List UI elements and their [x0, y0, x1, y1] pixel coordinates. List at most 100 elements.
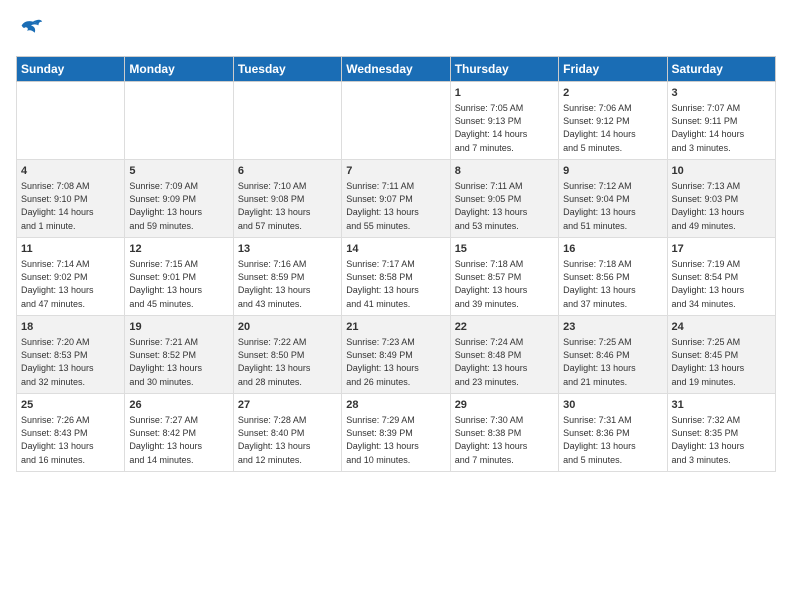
day-info: Sunrise: 7:08 AMSunset: 9:10 PMDaylight:… — [21, 180, 120, 232]
day-number: 30 — [563, 398, 662, 413]
day-info: Sunrise: 7:20 AMSunset: 8:53 PMDaylight:… — [21, 336, 120, 388]
day-number: 4 — [21, 164, 120, 179]
day-number: 7 — [346, 164, 445, 179]
calendar-cell: 28Sunrise: 7:29 AMSunset: 8:39 PMDayligh… — [342, 394, 450, 472]
day-info: Sunrise: 7:06 AMSunset: 9:12 PMDaylight:… — [563, 102, 662, 154]
day-info: Sunrise: 7:23 AMSunset: 8:49 PMDaylight:… — [346, 336, 445, 388]
calendar-table: SundayMondayTuesdayWednesdayThursdayFrid… — [16, 56, 776, 472]
day-info: Sunrise: 7:22 AMSunset: 8:50 PMDaylight:… — [238, 336, 337, 388]
week-row-1: 1Sunrise: 7:05 AMSunset: 9:13 PMDaylight… — [17, 82, 776, 160]
day-info: Sunrise: 7:26 AMSunset: 8:43 PMDaylight:… — [21, 414, 120, 466]
day-info: Sunrise: 7:19 AMSunset: 8:54 PMDaylight:… — [672, 258, 771, 310]
header-friday: Friday — [559, 57, 667, 82]
calendar-cell: 20Sunrise: 7:22 AMSunset: 8:50 PMDayligh… — [233, 316, 341, 394]
day-number: 14 — [346, 242, 445, 257]
day-number: 22 — [455, 320, 554, 335]
calendar-cell: 30Sunrise: 7:31 AMSunset: 8:36 PMDayligh… — [559, 394, 667, 472]
header-saturday: Saturday — [667, 57, 775, 82]
day-number: 25 — [21, 398, 120, 413]
calendar-cell: 4Sunrise: 7:08 AMSunset: 9:10 PMDaylight… — [17, 160, 125, 238]
calendar-cell: 13Sunrise: 7:16 AMSunset: 8:59 PMDayligh… — [233, 238, 341, 316]
day-number: 16 — [563, 242, 662, 257]
day-info: Sunrise: 7:18 AMSunset: 8:57 PMDaylight:… — [455, 258, 554, 310]
calendar-cell: 14Sunrise: 7:17 AMSunset: 8:58 PMDayligh… — [342, 238, 450, 316]
day-info: Sunrise: 7:27 AMSunset: 8:42 PMDaylight:… — [129, 414, 228, 466]
calendar-cell: 23Sunrise: 7:25 AMSunset: 8:46 PMDayligh… — [559, 316, 667, 394]
day-info: Sunrise: 7:07 AMSunset: 9:11 PMDaylight:… — [672, 102, 771, 154]
calendar-cell: 29Sunrise: 7:30 AMSunset: 8:38 PMDayligh… — [450, 394, 558, 472]
header-monday: Monday — [125, 57, 233, 82]
calendar-cell — [17, 82, 125, 160]
day-number: 3 — [672, 86, 771, 101]
calendar-cell: 2Sunrise: 7:06 AMSunset: 9:12 PMDaylight… — [559, 82, 667, 160]
day-info: Sunrise: 7:30 AMSunset: 8:38 PMDaylight:… — [455, 414, 554, 466]
calendar-cell: 24Sunrise: 7:25 AMSunset: 8:45 PMDayligh… — [667, 316, 775, 394]
day-number: 26 — [129, 398, 228, 413]
day-info: Sunrise: 7:13 AMSunset: 9:03 PMDaylight:… — [672, 180, 771, 232]
day-info: Sunrise: 7:31 AMSunset: 8:36 PMDaylight:… — [563, 414, 662, 466]
day-info: Sunrise: 7:18 AMSunset: 8:56 PMDaylight:… — [563, 258, 662, 310]
calendar-cell: 31Sunrise: 7:32 AMSunset: 8:35 PMDayligh… — [667, 394, 775, 472]
calendar-cell: 11Sunrise: 7:14 AMSunset: 9:02 PMDayligh… — [17, 238, 125, 316]
day-number: 12 — [129, 242, 228, 257]
day-number: 1 — [455, 86, 554, 101]
header-thursday: Thursday — [450, 57, 558, 82]
day-number: 17 — [672, 242, 771, 257]
day-info: Sunrise: 7:25 AMSunset: 8:46 PMDaylight:… — [563, 336, 662, 388]
calendar-cell — [342, 82, 450, 160]
week-row-5: 25Sunrise: 7:26 AMSunset: 8:43 PMDayligh… — [17, 394, 776, 472]
day-number: 23 — [563, 320, 662, 335]
calendar-cell: 18Sunrise: 7:20 AMSunset: 8:53 PMDayligh… — [17, 316, 125, 394]
day-number: 24 — [672, 320, 771, 335]
day-info: Sunrise: 7:25 AMSunset: 8:45 PMDaylight:… — [672, 336, 771, 388]
day-number: 11 — [21, 242, 120, 257]
day-info: Sunrise: 7:16 AMSunset: 8:59 PMDaylight:… — [238, 258, 337, 310]
day-number: 29 — [455, 398, 554, 413]
week-row-2: 4Sunrise: 7:08 AMSunset: 9:10 PMDaylight… — [17, 160, 776, 238]
day-info: Sunrise: 7:11 AMSunset: 9:05 PMDaylight:… — [455, 180, 554, 232]
day-info: Sunrise: 7:15 AMSunset: 9:01 PMDaylight:… — [129, 258, 228, 310]
calendar-cell: 16Sunrise: 7:18 AMSunset: 8:56 PMDayligh… — [559, 238, 667, 316]
day-info: Sunrise: 7:17 AMSunset: 8:58 PMDaylight:… — [346, 258, 445, 310]
calendar-cell: 12Sunrise: 7:15 AMSunset: 9:01 PMDayligh… — [125, 238, 233, 316]
day-info: Sunrise: 7:28 AMSunset: 8:40 PMDaylight:… — [238, 414, 337, 466]
calendar-cell: 7Sunrise: 7:11 AMSunset: 9:07 PMDaylight… — [342, 160, 450, 238]
logo — [16, 16, 48, 44]
day-info: Sunrise: 7:05 AMSunset: 9:13 PMDaylight:… — [455, 102, 554, 154]
day-info: Sunrise: 7:14 AMSunset: 9:02 PMDaylight:… — [21, 258, 120, 310]
header-sunday: Sunday — [17, 57, 125, 82]
day-number: 8 — [455, 164, 554, 179]
day-number: 27 — [238, 398, 337, 413]
calendar-cell — [125, 82, 233, 160]
logo-icon — [16, 16, 44, 44]
day-number: 15 — [455, 242, 554, 257]
calendar-cell: 1Sunrise: 7:05 AMSunset: 9:13 PMDaylight… — [450, 82, 558, 160]
calendar-cell: 3Sunrise: 7:07 AMSunset: 9:11 PMDaylight… — [667, 82, 775, 160]
day-number: 28 — [346, 398, 445, 413]
day-info: Sunrise: 7:11 AMSunset: 9:07 PMDaylight:… — [346, 180, 445, 232]
week-row-3: 11Sunrise: 7:14 AMSunset: 9:02 PMDayligh… — [17, 238, 776, 316]
day-info: Sunrise: 7:29 AMSunset: 8:39 PMDaylight:… — [346, 414, 445, 466]
calendar-cell: 19Sunrise: 7:21 AMSunset: 8:52 PMDayligh… — [125, 316, 233, 394]
page-header — [16, 16, 776, 44]
calendar-cell: 17Sunrise: 7:19 AMSunset: 8:54 PMDayligh… — [667, 238, 775, 316]
day-number: 18 — [21, 320, 120, 335]
week-row-4: 18Sunrise: 7:20 AMSunset: 8:53 PMDayligh… — [17, 316, 776, 394]
calendar-cell: 26Sunrise: 7:27 AMSunset: 8:42 PMDayligh… — [125, 394, 233, 472]
day-info: Sunrise: 7:10 AMSunset: 9:08 PMDaylight:… — [238, 180, 337, 232]
day-number: 10 — [672, 164, 771, 179]
day-number: 20 — [238, 320, 337, 335]
header-wednesday: Wednesday — [342, 57, 450, 82]
day-number: 19 — [129, 320, 228, 335]
calendar-cell: 22Sunrise: 7:24 AMSunset: 8:48 PMDayligh… — [450, 316, 558, 394]
day-number: 2 — [563, 86, 662, 101]
day-number: 21 — [346, 320, 445, 335]
day-number: 13 — [238, 242, 337, 257]
header-tuesday: Tuesday — [233, 57, 341, 82]
calendar-cell: 27Sunrise: 7:28 AMSunset: 8:40 PMDayligh… — [233, 394, 341, 472]
day-info: Sunrise: 7:09 AMSunset: 9:09 PMDaylight:… — [129, 180, 228, 232]
day-info: Sunrise: 7:24 AMSunset: 8:48 PMDaylight:… — [455, 336, 554, 388]
day-info: Sunrise: 7:12 AMSunset: 9:04 PMDaylight:… — [563, 180, 662, 232]
day-number: 31 — [672, 398, 771, 413]
calendar-cell: 25Sunrise: 7:26 AMSunset: 8:43 PMDayligh… — [17, 394, 125, 472]
